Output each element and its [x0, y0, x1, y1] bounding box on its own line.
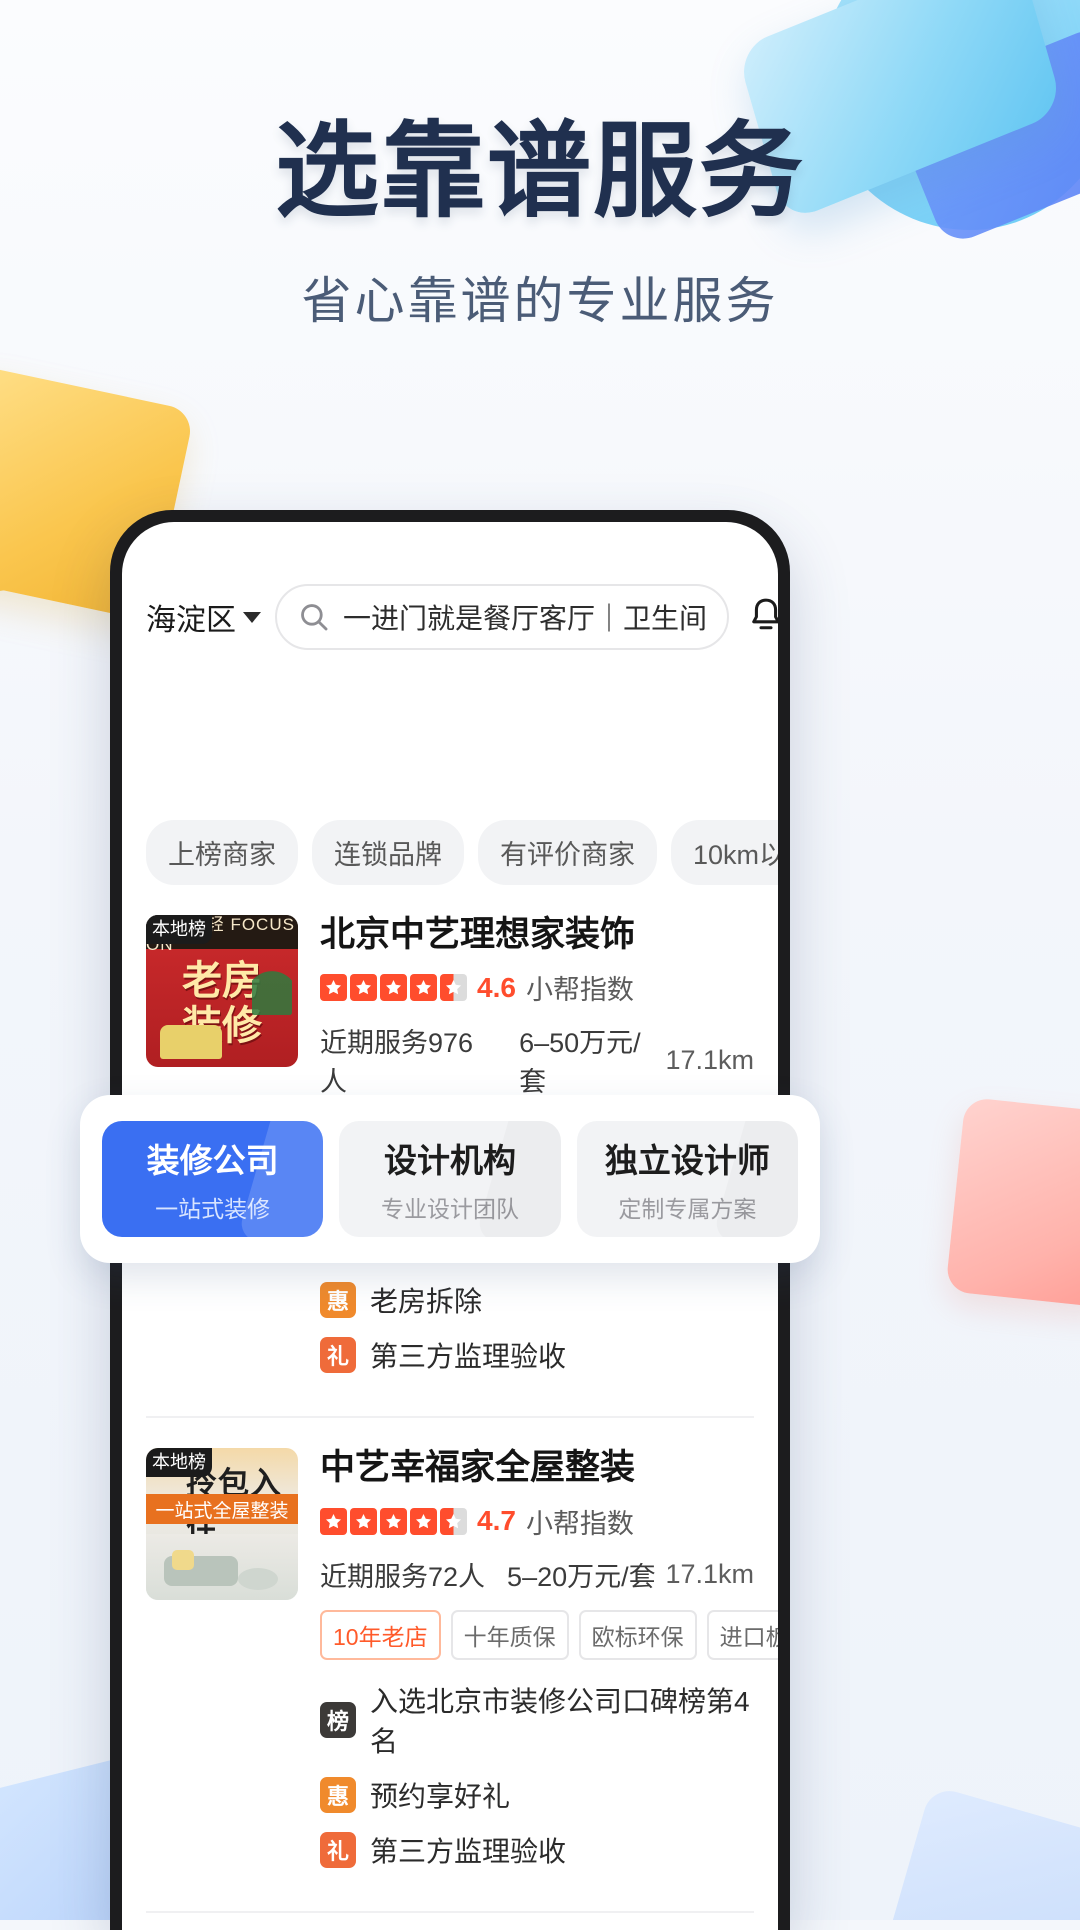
merchant-tag: 十年质保 [451, 1610, 569, 1660]
app-header: 海淀区 一进门就是餐厅客厅｜卫生间 [122, 522, 778, 668]
merchant-card[interactable]: 本地榜拎包入住一站式全屋整装中艺幸福家全屋整装 4.7 小帮指数近期服务72人 5–2… [146, 1418, 754, 1912]
badge-bang-icon: 榜 [320, 1702, 356, 1738]
merchant-served-count: 近期服务72人 [320, 1555, 485, 1594]
bell-icon[interactable] [743, 594, 778, 640]
category-tab-card: 装修公司 一站式装修 设计机构 专业设计团队 独立设计师 定制专属方案 [80, 1095, 820, 1263]
merchant-tag: 欧标环保 [579, 1610, 697, 1660]
badge-hui-icon: 惠 [320, 1282, 356, 1318]
tab-independent-designer[interactable]: 独立设计师 定制专属方案 [577, 1121, 798, 1237]
hero-title: 选靠谱服务 [0, 118, 1080, 227]
caret-down-icon [243, 612, 261, 623]
star-half-icon [440, 1508, 467, 1535]
star-icon [410, 974, 437, 1001]
star-icon [380, 1508, 407, 1535]
merchant-highlight-text: 第三方监理验收 [370, 1335, 566, 1375]
star-icon [350, 1508, 377, 1535]
merchant-highlight-row: 惠老房拆除 [320, 1280, 754, 1320]
star-icon [320, 974, 347, 1001]
merchant-meta: 近期服务72人 5–20万元/套 17.1km [320, 1555, 754, 1594]
merchant-highlight-row: 榜入选北京市装修公司口碑榜第4名 [320, 1680, 754, 1760]
merchant-distance: 17.1km [665, 1559, 754, 1590]
thumb-band-text: 一站式全屋整装 [146, 1494, 298, 1524]
search-icon [297, 600, 331, 634]
filter-chip-3[interactable]: 10km以内 [671, 820, 778, 885]
merchant-highlight-text: 预约享好礼 [370, 1775, 510, 1815]
merchant-served-count: 近期服务976人 [320, 1021, 497, 1099]
tab-design-agency[interactable]: 设计机构 专业设计团队 [339, 1121, 560, 1237]
star-half-icon [440, 974, 467, 1001]
tab-decoration-company[interactable]: 装修公司 一站式装修 [102, 1121, 323, 1237]
merchant-tag-row: 10年老店十年质保欧标环保进口板材第三方监理 [320, 1610, 754, 1660]
merchant-tag: 10年老店 [320, 1610, 441, 1660]
badge-li-icon: 礼 [320, 1832, 356, 1868]
merchant-score: 4.6 [477, 972, 516, 1004]
merchant-highlight-row: 礼第三方监理验收 [320, 1335, 754, 1375]
search-placeholder-text: 一进门就是餐厅客厅｜卫生间 [343, 597, 707, 637]
merchant-highlight-list: 榜入选北京市装修公司口碑榜第4名惠预约享好礼礼第三方监理验收 [320, 1680, 754, 1870]
filter-chip-row: 上榜商家 连锁品牌 有评价商家 10km以内 智能排序 [122, 668, 778, 885]
merchant-list: 本地榜HOME 轻 FOCUS ON老房装修北京中艺理想家装饰4.6小帮指数近期… [122, 885, 778, 1930]
merchant-tag: 进口板材 [707, 1610, 778, 1660]
thumb-plant-shape [252, 955, 292, 1015]
merchant-highlight-text: 老房拆除 [370, 1280, 482, 1320]
merchant-rating: 4.6 小帮指数 [320, 968, 754, 1007]
merchant-score: 4.7 [477, 1505, 516, 1537]
merchant-name[interactable]: 北京中艺理想家装饰 [320, 915, 635, 955]
merchant-header: 北京中艺理想家装饰 [320, 915, 754, 955]
rating-label: 小帮指数 [526, 968, 634, 1007]
pink-card-shape [945, 1097, 1080, 1308]
badge-li-icon: 礼 [320, 1337, 356, 1373]
location-label: 海淀区 [146, 595, 236, 639]
merchant-rating: 4.7 小帮指数 [320, 1502, 754, 1541]
filter-chip-2[interactable]: 有评价商家 [478, 820, 657, 885]
thumb-sofa-shape [160, 1025, 222, 1059]
hero-section: 选靠谱服务 省心靠谱的专业服务 [0, 0, 1080, 333]
merchant-meta: 近期服务976人 6–50万元/套17.1km [320, 1021, 754, 1099]
merchant-thumbnail[interactable]: 本地榜拎包入住一站式全屋整装 [146, 1448, 298, 1600]
merchant-header: 中艺幸福家全屋整装 [320, 1448, 754, 1488]
merchant-distance: 17.1km [665, 1045, 754, 1076]
location-selector[interactable]: 海淀区 [146, 595, 261, 639]
filter-chip-1[interactable]: 连锁品牌 [312, 820, 464, 885]
merchant-highlight-text: 入选北京市装修公司口碑榜第4名 [370, 1680, 754, 1760]
star-rating [320, 974, 467, 1001]
merchant-name[interactable]: 中艺幸福家全屋整装 [320, 1448, 635, 1488]
merchant-info: 中艺幸福家全屋整装 4.7 小帮指数近期服务72人 5–20万元/套 17.1km 10年… [320, 1448, 754, 1884]
star-icon [410, 1508, 437, 1535]
star-rating [320, 1508, 467, 1535]
star-icon [380, 974, 407, 1001]
merchant-price-range: 5–20万元/套 [507, 1555, 656, 1594]
local-rank-label: 本地榜 [146, 915, 212, 944]
merchant-card[interactable]: 本地榜生活家装饰美 学 整 装 专 家生活家装饰轻奢整装连锁4.5小帮指数近期服… [146, 1913, 754, 1930]
merchant-highlight-row: 礼第三方监理验收 [320, 1830, 754, 1870]
thumb-cushion-shape [172, 1550, 194, 1570]
local-rank-label: 本地榜 [146, 1448, 212, 1477]
merchant-highlight-text: 第三方监理验收 [370, 1830, 566, 1870]
filter-chip-0[interactable]: 上榜商家 [146, 820, 298, 885]
merchant-thumbnail[interactable]: 本地榜HOME 轻 FOCUS ON老房装修 [146, 915, 298, 1067]
merchant-price-range: 6–50万元/套 [519, 1021, 665, 1099]
merchant-highlight-row: 惠预约享好礼 [320, 1775, 754, 1815]
badge-hui-icon: 惠 [320, 1777, 356, 1813]
star-icon [350, 974, 377, 1001]
blue-card-bottom-right [877, 1785, 1080, 1920]
star-icon [320, 1508, 347, 1535]
search-input[interactable]: 一进门就是餐厅客厅｜卫生间 [275, 584, 729, 650]
hero-subtitle: 省心靠谱的专业服务 [0, 261, 1080, 333]
rating-label: 小帮指数 [526, 1502, 634, 1541]
